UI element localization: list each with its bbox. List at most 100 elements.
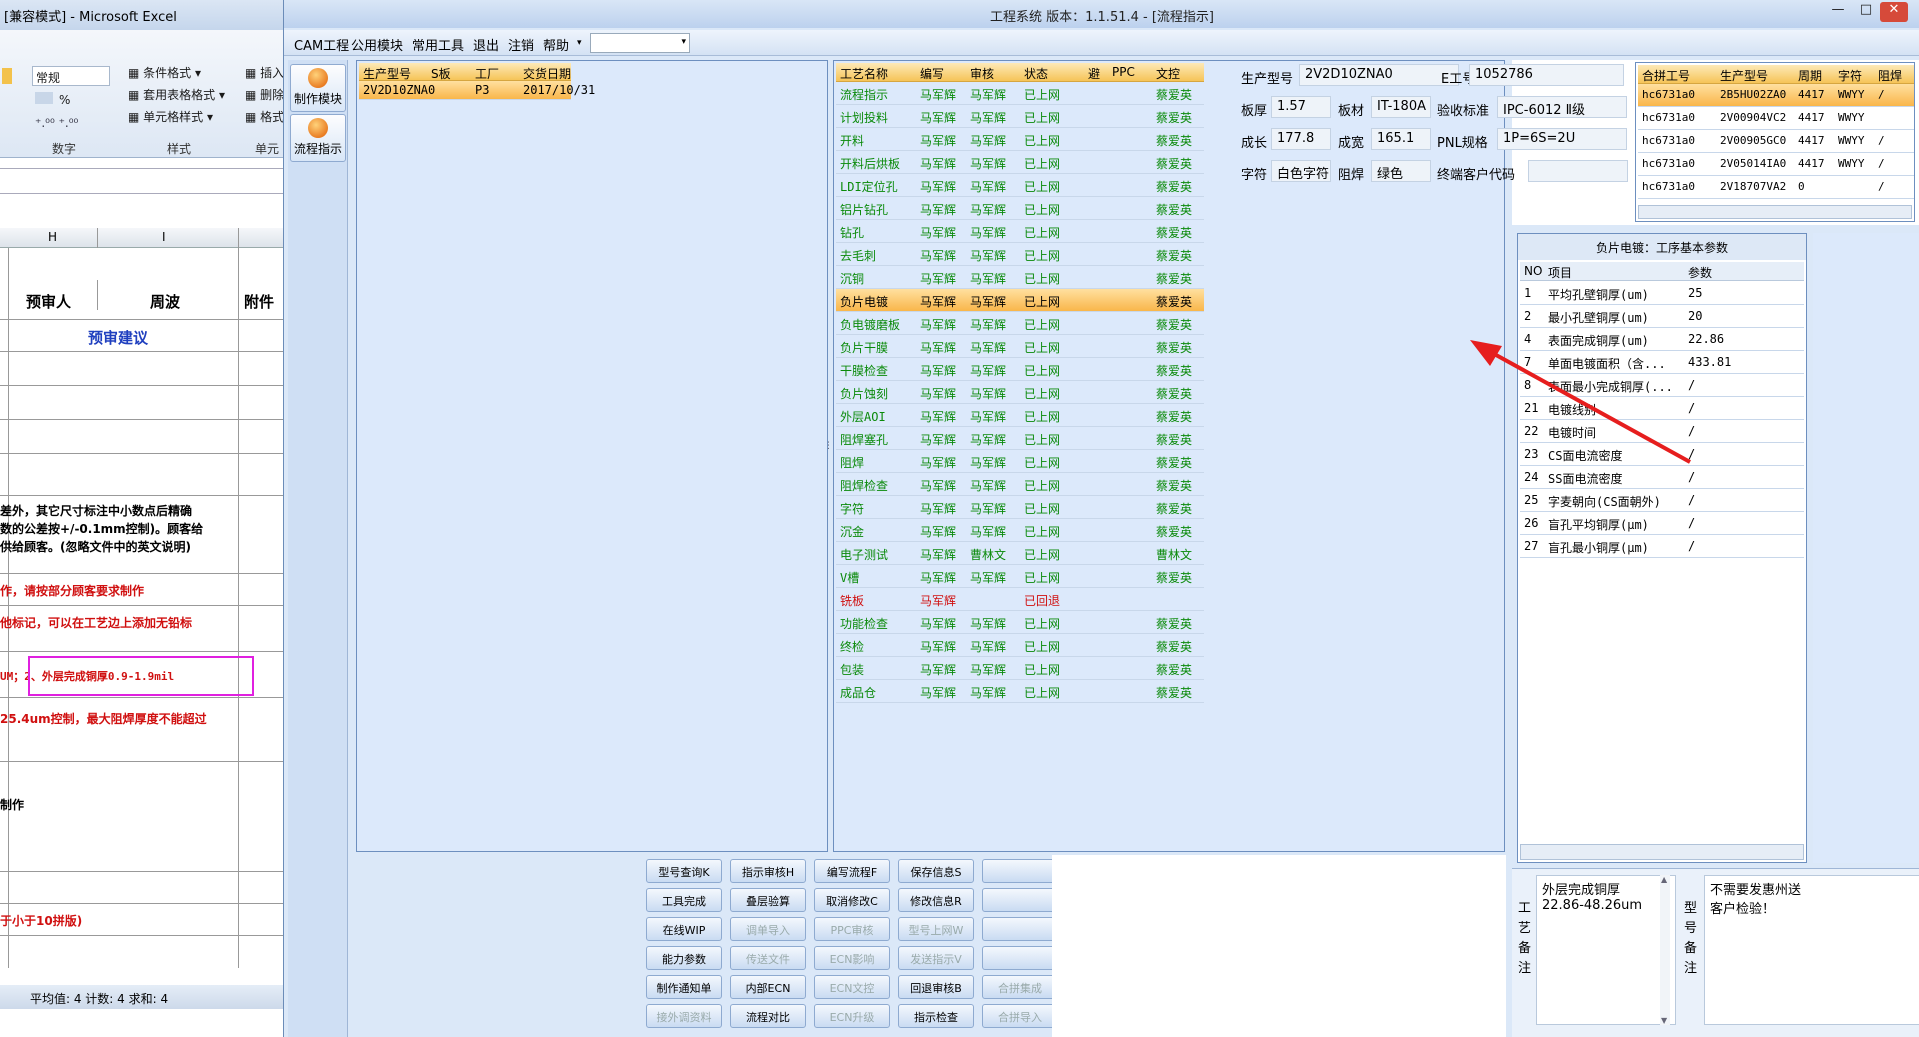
process-row[interactable]: V槽 马军辉 马军辉 已上网 蔡爱英: [836, 565, 1204, 588]
remark-scrollbar[interactable]: ▲ ▼: [1660, 875, 1670, 1025]
action-button[interactable]: 流程对比: [730, 1004, 806, 1028]
menu-help[interactable]: 帮助: [543, 35, 569, 54]
toolbar-combobox[interactable]: ▾: [590, 33, 690, 53]
info-wid[interactable]: 165.1: [1371, 128, 1431, 150]
params-header-cell[interactable]: NO: [1524, 264, 1542, 278]
order-row[interactable]: 2V2D10ZNA0 P3 2017/10/31: [359, 81, 595, 100]
action-button[interactable]: 内部ECN: [730, 975, 806, 999]
params-header-cell[interactable]: 参数: [1688, 264, 1712, 281]
process-row[interactable]: 铝片钻孔 马军辉 马军辉 已上网 蔡爱英: [836, 197, 1204, 220]
process-row[interactable]: 成品仓 马军辉 马军辉 已上网 蔡爱英: [836, 680, 1204, 703]
process-row[interactable]: 负片干膜 马军辉 马军辉 已上网 蔡爱英: [836, 335, 1204, 358]
combine-row[interactable]: hc6731a0 2V18707VA2 0 /: [1638, 176, 1914, 199]
insert-button[interactable]: ▦ 插入: [245, 64, 284, 81]
process-row[interactable]: 电子测试 马军辉 曹林文 已上网 曹林文: [836, 542, 1204, 565]
action-button[interactable]: ECN影响: [814, 946, 890, 970]
action-button[interactable]: 合拼导入: [982, 1004, 1058, 1028]
process-header-cell[interactable]: 编写: [920, 65, 944, 82]
params-row[interactable]: 7 单面电镀面积（含... 433.81: [1520, 351, 1804, 374]
combine-row[interactable]: hc6731a0 2V00905GC0 4417 WWYY /: [1638, 130, 1914, 153]
process-row[interactable]: 开料 马军辉 马军辉 已上网 蔡爱英: [836, 128, 1204, 151]
process-row[interactable]: 外层AOI 马军辉 马军辉 已上网 蔡爱英: [836, 404, 1204, 427]
combine-header-cell[interactable]: 合拼工号: [1642, 67, 1690, 84]
paste-icon[interactable]: [2, 68, 12, 84]
info-model[interactable]: 2V2D10ZNA0: [1299, 64, 1459, 86]
action-button[interactable]: ECN文控: [814, 975, 890, 999]
params-row[interactable]: 22 电镀时间 /: [1520, 420, 1804, 443]
process-row[interactable]: 沉铜 马军辉 马军辉 已上网 蔡爱英: [836, 266, 1204, 289]
combine-header-cell[interactable]: 生产型号: [1720, 67, 1768, 84]
process-row[interactable]: 负片蚀刻 马军辉 马军辉 已上网 蔡爱英: [836, 381, 1204, 404]
process-row[interactable]: 终检 马军辉 马军辉 已上网 蔡爱英: [836, 634, 1204, 657]
decimal-buttons[interactable]: ⁺.⁰⁰ ⁺.⁰⁰: [35, 116, 107, 136]
model-remark-text[interactable]: 不需要发惠州送 客户检验！: [1704, 875, 1919, 1025]
process-header-cell[interactable]: 工艺名称: [840, 65, 888, 82]
col-header-h[interactable]: H: [48, 230, 57, 244]
combine-header-cell[interactable]: 字符: [1838, 67, 1862, 84]
order-header-cell[interactable]: 生产型号: [363, 65, 411, 82]
order-header-cell[interactable]: S板: [431, 65, 451, 82]
process-header-cell[interactable]: 状态: [1024, 65, 1048, 82]
process-remark-text[interactable]: 外层完成铜厚 22.86-48.26um: [1536, 875, 1676, 1025]
combine-row[interactable]: hc6731a0 2B5HU02ZA0 4417 WWYY /: [1638, 84, 1914, 107]
process-row[interactable]: LDI定位孔 马军辉 马军辉 已上网 蔡爱英: [836, 174, 1204, 197]
menu-cam[interactable]: CAM工程: [294, 35, 349, 54]
process-row[interactable]: 流程指示 马军辉 马军辉 已上网 蔡爱英: [836, 82, 1204, 105]
process-row[interactable]: 计划投料 马军辉 马军辉 已上网 蔡爱英: [836, 105, 1204, 128]
action-button[interactable]: 修改信息R: [898, 888, 974, 912]
action-button[interactable]: 取消修改C: [814, 888, 890, 912]
process-header-cell[interactable]: 文控: [1156, 65, 1180, 82]
process-row[interactable]: 功能检查 马军辉 马军辉 已上网 蔡爱英: [836, 611, 1204, 634]
process-row[interactable]: 干膜检查 马军辉 马军辉 已上网 蔡爱英: [836, 358, 1204, 381]
process-row[interactable]: 去毛刺 马军辉 马军辉 已上网 蔡爱英: [836, 243, 1204, 266]
process-row[interactable]: 开料后烘板 马军辉 马军辉 已上网 蔡爱英: [836, 151, 1204, 174]
combine-header-cell[interactable]: 阻焊: [1878, 67, 1902, 84]
info-std[interactable]: IPC-6012 Ⅱ级: [1497, 96, 1627, 118]
info-eno[interactable]: 1052786: [1469, 64, 1624, 86]
action-button[interactable]: 叠层验算: [730, 888, 806, 912]
menu-logout[interactable]: 注销: [508, 35, 534, 54]
order-header-cell[interactable]: 工厂: [475, 65, 499, 82]
info-pnl[interactable]: 1P=6S=2U: [1497, 128, 1627, 150]
info-char[interactable]: 白色字符: [1271, 160, 1331, 182]
process-row[interactable]: 字符 马军辉 马军辉 已上网 蔡爱英: [836, 496, 1204, 519]
params-row[interactable]: 8 表面最小完成铜厚(... /: [1520, 374, 1804, 397]
action-button[interactable]: [982, 917, 1058, 941]
splitter-handle[interactable]: ⋮: [824, 441, 833, 451]
info-mat[interactable]: IT-180A: [1371, 96, 1431, 118]
info-len[interactable]: 177.8: [1271, 128, 1331, 150]
minimize-button[interactable]: —: [1824, 2, 1852, 22]
formula-bar[interactable]: [0, 168, 290, 194]
order-header-cell[interactable]: 交货日期: [523, 65, 571, 82]
action-button[interactable]: 传送文件: [730, 946, 806, 970]
action-button[interactable]: [982, 859, 1058, 883]
action-button[interactable]: 接外调资料: [646, 1004, 722, 1028]
table-format-button[interactable]: ▦ 套用表格格式 ▾: [128, 86, 225, 103]
format-button[interactable]: ▦ 格式: [245, 108, 284, 125]
process-row[interactable]: 包装 马军辉 马军辉 已上网 蔡爱英: [836, 657, 1204, 680]
currency-format-button[interactable]: %: [35, 92, 107, 112]
process-row[interactable]: 阻焊检查 马军辉 马军辉 已上网 蔡爱英: [836, 473, 1204, 496]
conditional-format-button[interactable]: ▦ 条件格式 ▾: [128, 64, 201, 81]
module-button[interactable]: 制作模块: [290, 64, 346, 112]
close-button[interactable]: ✕: [1880, 2, 1908, 22]
action-button[interactable]: 制作通知单: [646, 975, 722, 999]
params-scrollbar[interactable]: [1520, 844, 1804, 860]
action-button[interactable]: 保存信息S: [898, 859, 974, 883]
help-chevron-icon[interactable]: ▾: [577, 38, 582, 48]
process-indicator-button[interactable]: 流程指示: [290, 114, 346, 162]
params-row[interactable]: 21 电镀线别 /: [1520, 397, 1804, 420]
action-button[interactable]: 型号上网W: [898, 917, 974, 941]
action-button[interactable]: 编写流程F: [814, 859, 890, 883]
menu-tools[interactable]: 常用工具: [412, 35, 464, 54]
action-button[interactable]: 回退审核B: [898, 975, 974, 999]
combine-header-cell[interactable]: 周期: [1798, 67, 1822, 84]
action-button[interactable]: PPC审核: [814, 917, 890, 941]
process-row[interactable]: 阻焊塞孔 马军辉 马军辉 已上网 蔡爱英: [836, 427, 1204, 450]
params-row[interactable]: 25 字麦朝向(CS面朝外) /: [1520, 489, 1804, 512]
params-header-cell[interactable]: 项目: [1548, 264, 1572, 281]
menu-exit[interactable]: 退出: [473, 35, 499, 54]
params-row[interactable]: 4 表面完成铜厚(um) 22.86: [1520, 328, 1804, 351]
col-header-i[interactable]: I: [162, 230, 166, 244]
combine-row[interactable]: hc6731a0 2V05014IA0 4417 WWYY /: [1638, 153, 1914, 176]
